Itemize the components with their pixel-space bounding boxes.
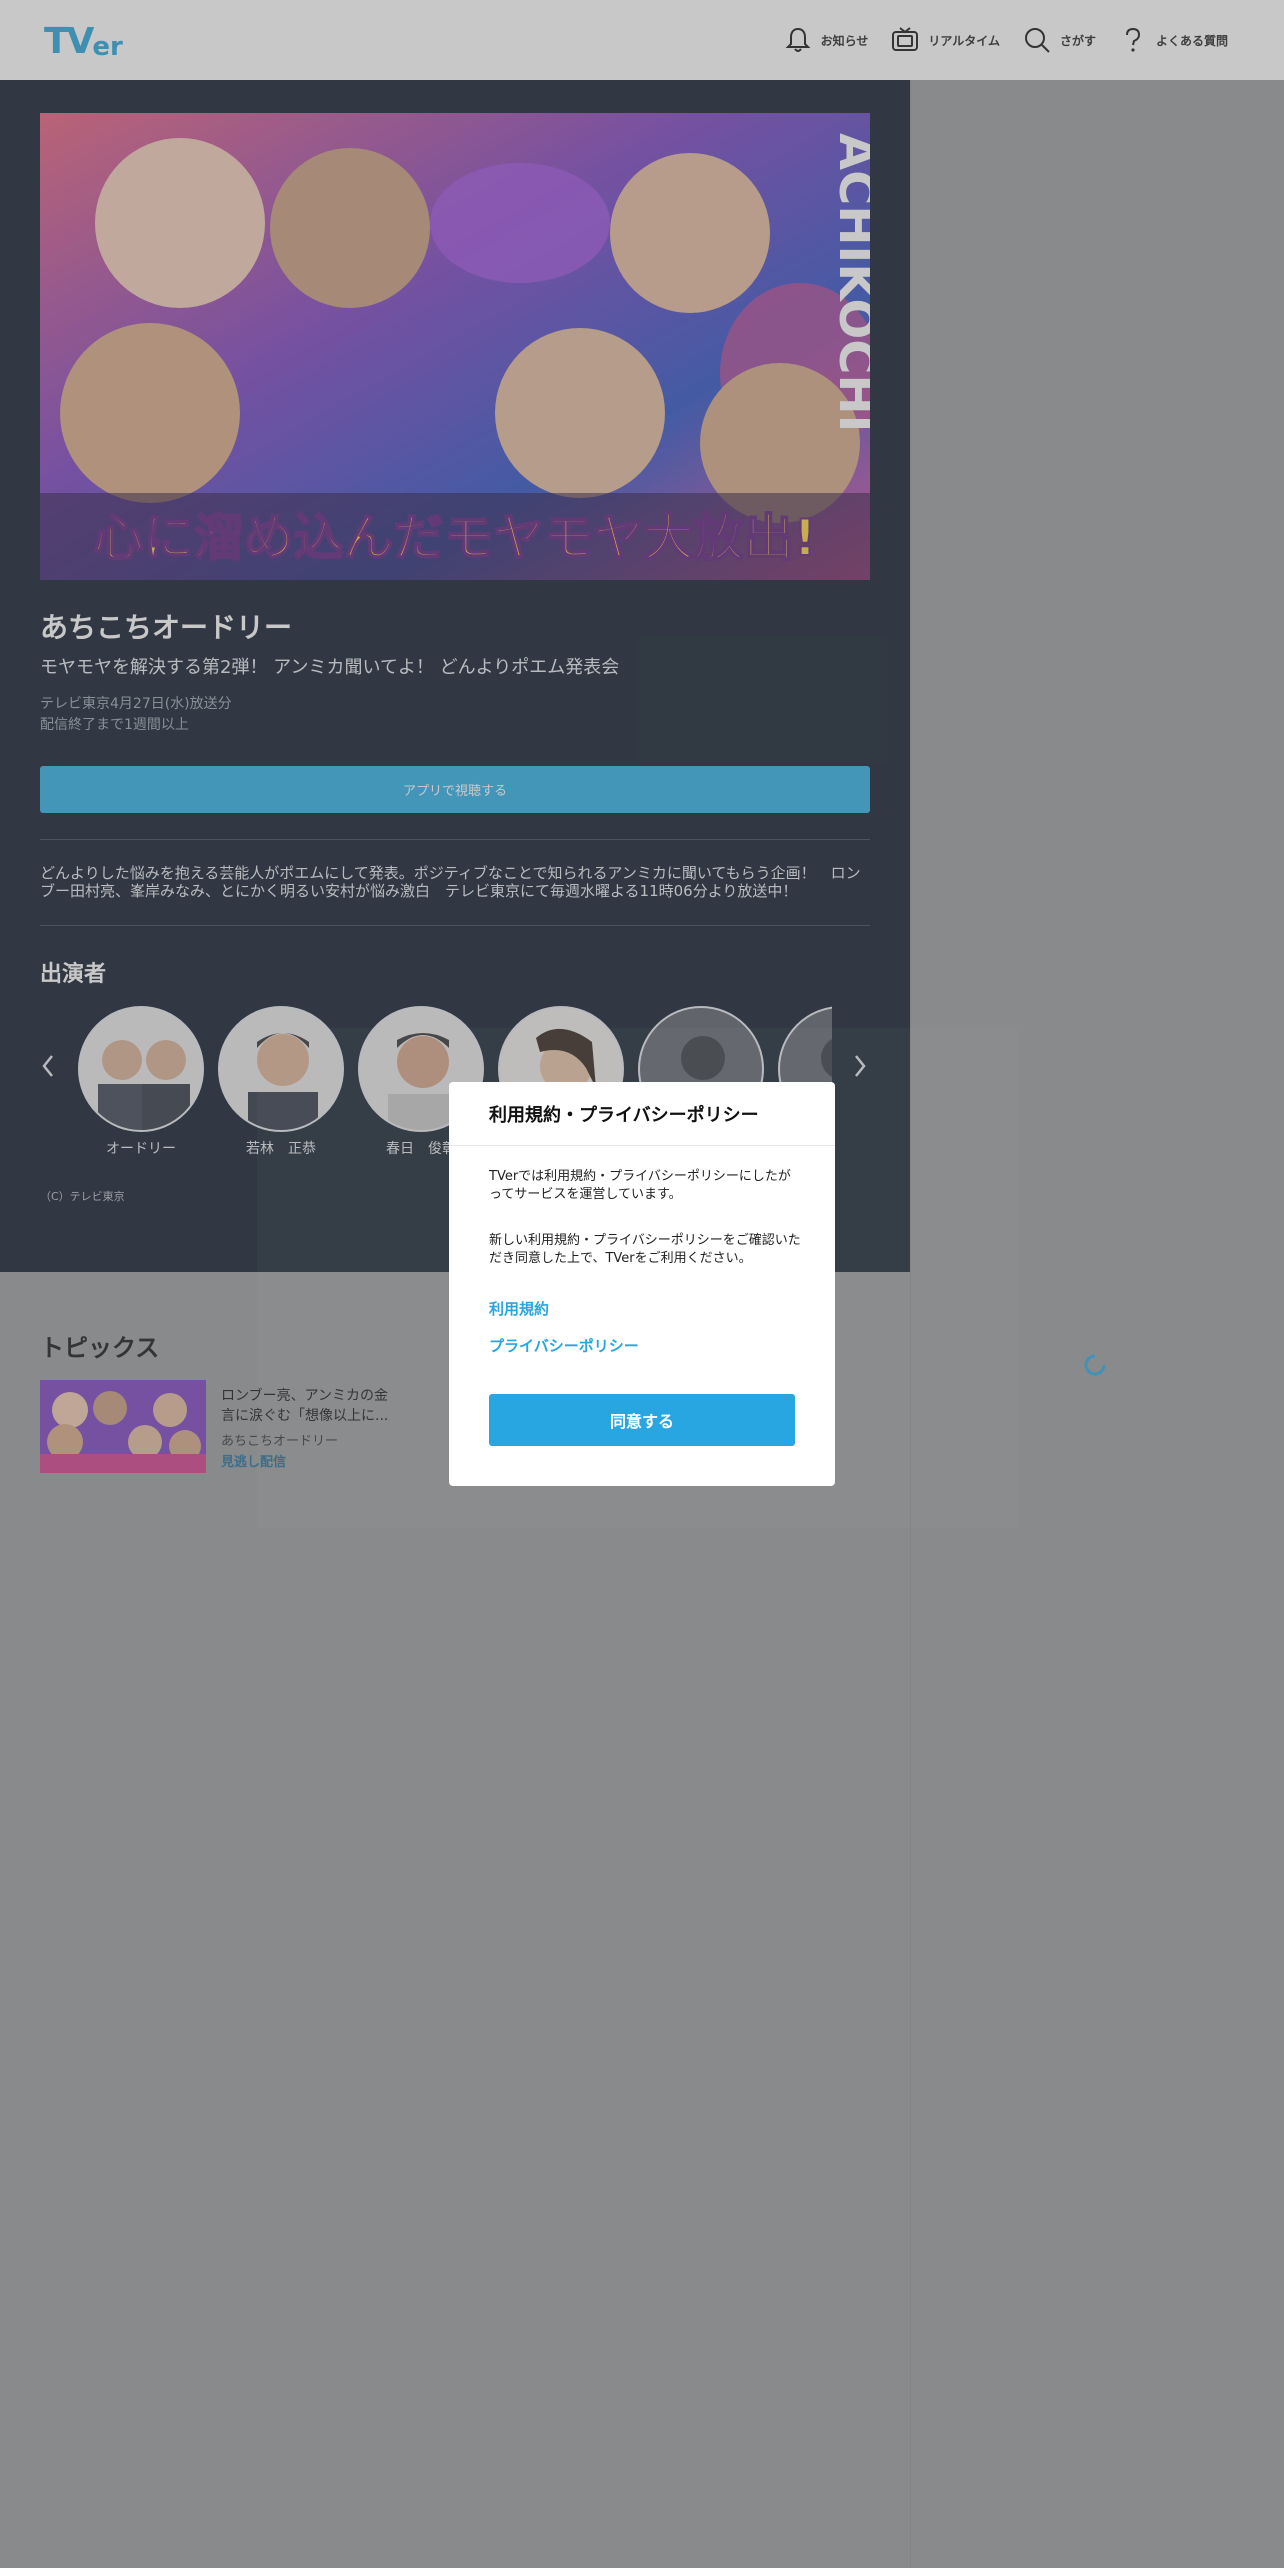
modal-title: 利用規約・プライバシーポリシー [449, 1082, 835, 1146]
copyright: （C）テレビ東京 [40, 1190, 125, 1203]
agree-button[interactable]: 同意する [489, 1394, 795, 1446]
chevron-left-icon[interactable] [36, 1046, 60, 1086]
loading-spinner-icon [1084, 1354, 1106, 1376]
divider [40, 925, 870, 926]
availability-info: 配信終了まで1週間以上 [40, 717, 189, 733]
banner-side-caption: ACHIKOCHI [828, 133, 870, 433]
tv-icon [892, 27, 919, 51]
terms-link[interactable]: 利用規約 [489, 1298, 549, 1319]
nav-notifications[interactable]: お知らせ [783, 25, 868, 55]
episode-subtitle: モヤモヤを解決する第2弾！ アンミカ聞いてよ！ どんよりポエム発表会 [40, 657, 620, 678]
episode-description: どんよりした悩みを抱える芸能人がポエムにして発表。ポジティブなことで知られるアン… [40, 864, 861, 900]
search-icon [1024, 28, 1050, 53]
topic-tag: 見逃し配信 [221, 1455, 287, 1470]
topic-thumbnail[interactable] [40, 1380, 206, 1473]
modal-text: 新しい利用規約・プライバシーポリシーをご確認いただき同意した上で、TVerをご利… [489, 1233, 801, 1266]
topic-series: あちこちオードリー [221, 1434, 339, 1449]
cast-heading: 出演者 [40, 962, 107, 987]
nav-realtime[interactable]: リアルタイム [890, 25, 1000, 55]
site-header: TV er お知らせ リアルタイム さがす よくある質問 [0, 0, 1284, 80]
cast-member[interactable]: オードリー [78, 1006, 204, 1158]
nav-faq[interactable]: よくある質問 [1118, 25, 1228, 55]
modal-text: TVerでは利用規約・プライバシーポリシーにしたがってサービスを運営しています。 [489, 1169, 791, 1202]
header-nav: お知らせ リアルタイム さがす よくある質問 [783, 0, 1228, 80]
program-title: あちこちオードリー [40, 611, 293, 644]
banner-caption: 心に溜め込んだモヤモヤ大放出! [94, 509, 817, 567]
question-icon [1125, 27, 1140, 52]
watch-in-app-button[interactable]: アプリで視聴する [40, 766, 870, 813]
privacy-link[interactable]: プライバシーポリシー [489, 1335, 639, 1356]
topics-heading: トピックス [40, 1334, 160, 1362]
avatar [78, 1006, 204, 1132]
broadcast-info: テレビ東京4月27日(水)放送分 [40, 696, 232, 712]
terms-modal: 利用規約・プライバシーポリシー TVerでは利用規約・プライバシーポリシーにした… [449, 1082, 835, 1486]
tver-logo[interactable]: TV er [44, 18, 123, 63]
episode-thumbnail: 心に溜め込んだモヤモヤ大放出! ACHIKOCHI [40, 113, 870, 580]
divider [40, 839, 870, 840]
bell-icon [785, 27, 810, 52]
nav-search[interactable]: さがす [1022, 25, 1096, 55]
topic-title[interactable]: ロンブー亮、アンミカの金言に涙ぐむ「想像以上に... [221, 1386, 396, 1426]
